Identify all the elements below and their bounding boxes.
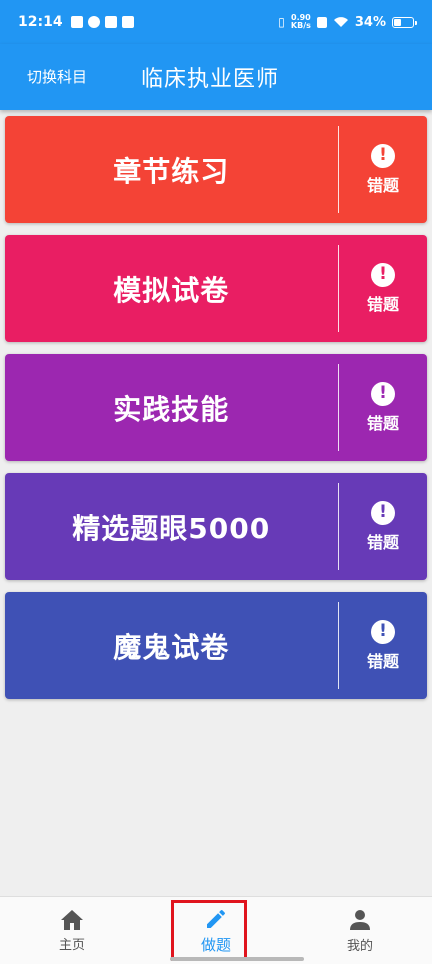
notification-app-icon: [87, 16, 100, 28]
nav-item-home[interactable]: 主页: [0, 897, 144, 964]
wifi-icon: [333, 17, 348, 27]
nav-label: 我的: [346, 938, 373, 954]
wrong-questions-label: 错题: [366, 532, 399, 552]
nav-label: 主页: [58, 937, 85, 953]
card-practical-skills[interactable]: 实践技能 ! 错题: [5, 354, 427, 461]
shield-icon: [121, 16, 134, 28]
status-time: 12:14: [18, 14, 63, 30]
wrong-questions-button[interactable]: ! 错题: [339, 116, 427, 223]
card-title[interactable]: 模拟试卷: [5, 235, 338, 342]
battery-percent: 34%: [354, 14, 386, 30]
vibrate-icon: ▯: [278, 15, 285, 29]
card-selected-5000[interactable]: 精选题眼5000 ! 错题: [5, 473, 427, 580]
wrong-questions-label: 错题: [366, 294, 399, 314]
switch-subject-button[interactable]: 切换科目: [27, 66, 87, 87]
app-bar: 切换科目 临床执业医师: [0, 44, 432, 110]
gesture-bar[interactable]: [170, 957, 304, 961]
status-bar: 12:14 ▯ 0.90 KB/s 34%: [0, 0, 432, 44]
nav-item-practice[interactable]: 做题: [144, 897, 288, 964]
notification-icons: [70, 16, 134, 28]
card-mock-exam[interactable]: 模拟试卷 ! 错题: [5, 235, 427, 342]
wrong-questions-button[interactable]: ! 错题: [339, 473, 427, 580]
exclamation-icon: !: [371, 619, 395, 644]
exclamation-icon: !: [371, 262, 395, 287]
wrong-questions-button[interactable]: ! 错题: [339, 592, 427, 699]
sim-icon: [316, 16, 327, 28]
exclamation-icon: !: [371, 143, 395, 168]
mail-icon: [104, 16, 117, 28]
card-title[interactable]: 精选题眼5000: [5, 473, 338, 580]
nav-item-profile[interactable]: 我的: [288, 897, 432, 964]
bottom-nav: 主页 做题 我的: [0, 896, 432, 964]
card-devil-exam[interactable]: 魔鬼试卷 ! 错题: [5, 592, 427, 699]
person-icon: [350, 909, 370, 930]
highlight-box: [171, 900, 247, 961]
card-title[interactable]: 章节练习: [5, 116, 338, 223]
exercise-card-list: 章节练习 ! 错题 模拟试卷 ! 错题 实践技能 ! 错题 精选题眼5000 !…: [5, 116, 427, 711]
page-title: 临床执业医师: [141, 67, 280, 92]
battery-icon: [392, 16, 417, 28]
net-speed-unit: KB/s: [290, 21, 311, 30]
notification-app-icon: [70, 16, 83, 28]
card-chapter-practice[interactable]: 章节练习 ! 错题: [5, 116, 427, 223]
home-icon: [61, 909, 83, 930]
wrong-questions-label: 错题: [366, 651, 399, 671]
exclamation-icon: !: [371, 381, 395, 406]
exclamation-icon: !: [371, 500, 395, 525]
card-title[interactable]: 魔鬼试卷: [5, 592, 338, 699]
wrong-questions-button[interactable]: ! 错题: [339, 235, 427, 342]
wrong-questions-button[interactable]: ! 错题: [339, 354, 427, 461]
wrong-questions-label: 错题: [366, 175, 399, 195]
net-speed: 0.90 KB/s: [291, 14, 311, 30]
card-title[interactable]: 实践技能: [5, 354, 338, 461]
wrong-questions-label: 错题: [366, 413, 399, 433]
status-right: ▯ 0.90 KB/s 34%: [278, 14, 417, 30]
